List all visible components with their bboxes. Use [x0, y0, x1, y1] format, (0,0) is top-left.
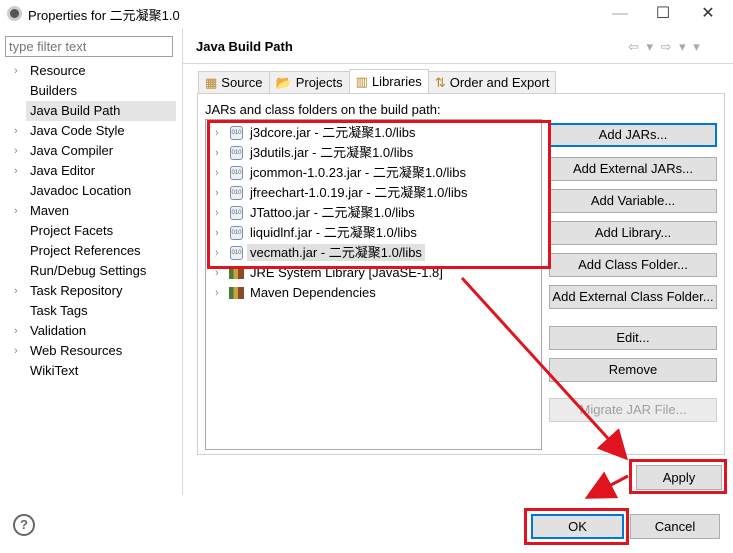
- annotation-arrows: [460, 276, 629, 499]
- cancel-button[interactable]: Cancel: [630, 514, 720, 539]
- help-icon[interactable]: ?: [13, 514, 35, 536]
- arrow-to-apply: [460, 276, 629, 461]
- arrow-to-ok: [584, 471, 629, 499]
- annotation-box-apply: [629, 459, 727, 494]
- annotation-box-ok: [524, 508, 629, 545]
